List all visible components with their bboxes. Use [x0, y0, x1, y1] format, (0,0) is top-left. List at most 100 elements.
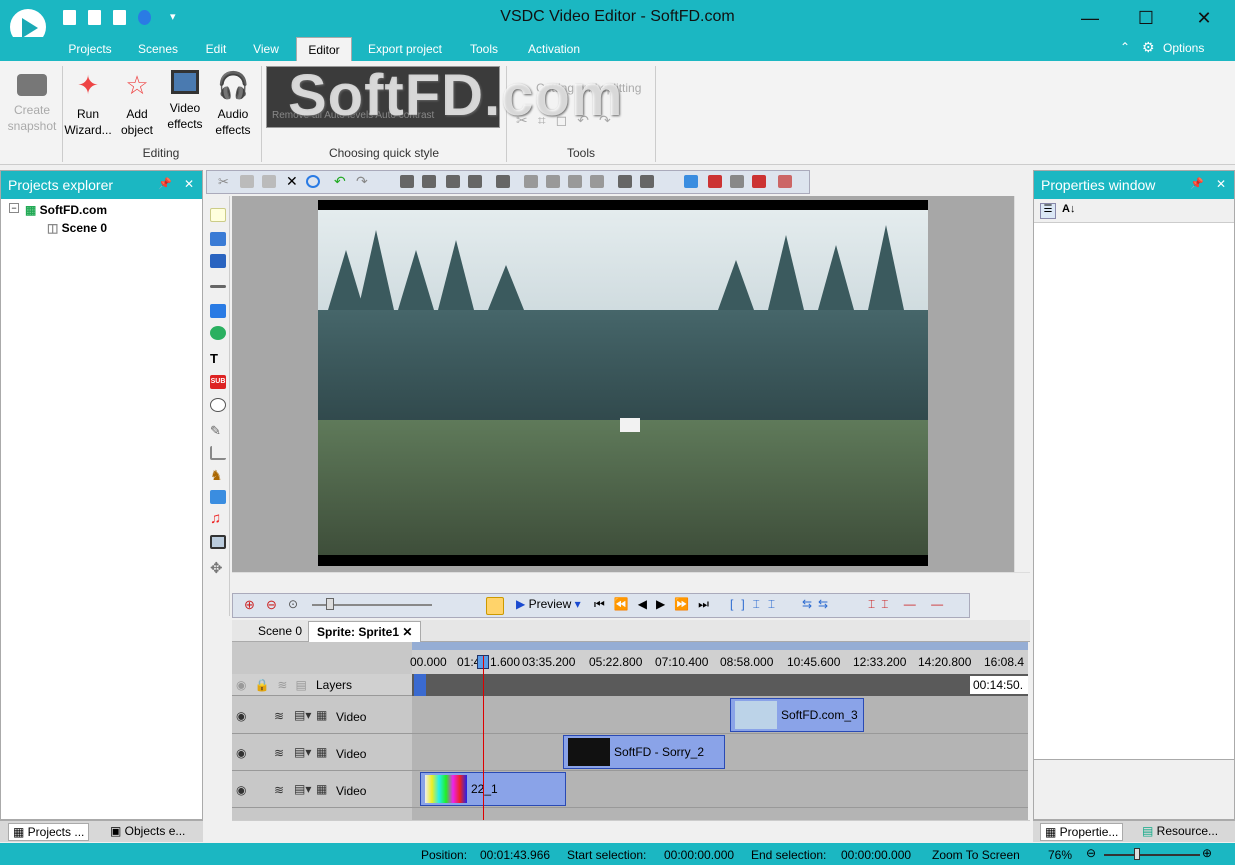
- audio-wave-icon[interactable]: ≋: [274, 709, 284, 723]
- rectangle-icon[interactable]: [210, 304, 226, 318]
- menu-view[interactable]: View: [244, 37, 288, 61]
- menu-edit[interactable]: Edit: [196, 37, 236, 61]
- send-back-icon[interactable]: [590, 175, 604, 188]
- menu-export-project[interactable]: Export project: [360, 37, 450, 61]
- zoom-100-icon[interactable]: ⊙: [288, 597, 298, 611]
- undo-icon[interactable]: ↶: [334, 174, 348, 188]
- menu-activation[interactable]: Activation: [518, 37, 590, 61]
- zoom-out-status-icon[interactable]: ⊖: [1086, 846, 1096, 860]
- clock-icon[interactable]: [486, 597, 504, 615]
- rotate-icon[interactable]: [708, 175, 722, 188]
- list-icon[interactable]: [684, 175, 698, 188]
- group-icon[interactable]: [618, 175, 632, 188]
- clip-22-1[interactable]: 22_1: [420, 772, 566, 806]
- canvas-horizontal-scrollbar[interactable]: [232, 572, 1030, 589]
- crop-circle-icon[interactable]: [306, 175, 320, 188]
- paste-icon[interactable]: [262, 175, 276, 188]
- sort-az-icon[interactable]: A↓: [1062, 203, 1075, 215]
- menu-tools[interactable]: Tools: [460, 37, 508, 61]
- add-region-icon[interactable]: [210, 232, 226, 246]
- pointer-icon[interactable]: [210, 208, 226, 222]
- options-button[interactable]: Options: [1163, 37, 1213, 61]
- start-marker[interactable]: [414, 674, 426, 696]
- align-left-icon[interactable]: [400, 175, 414, 188]
- clip-softfd-sorry-2[interactable]: SoftFD - Sorry_2: [563, 735, 725, 769]
- tab-sprite[interactable]: Sprite: Sprite1 ✕: [308, 621, 422, 642]
- pin-icon[interactable]: 📌: [1190, 177, 1204, 190]
- move-icon[interactable]: ✥: [210, 561, 226, 576]
- audio-effects-button[interactable]: 🎧 Audio effects: [210, 66, 256, 146]
- collapse-ribbon-icon[interactable]: ⌃: [1120, 40, 1130, 54]
- audio-wave-icon[interactable]: ≋: [274, 746, 284, 760]
- bring-front-icon[interactable]: [568, 175, 582, 188]
- move-down-icon[interactable]: [546, 175, 560, 188]
- fit-icon[interactable]: [496, 175, 510, 188]
- tab-resources[interactable]: ▤ Resource...: [1138, 823, 1222, 839]
- visibility-icon[interactable]: ◉: [236, 709, 246, 723]
- close-panel-icon[interactable]: ✕: [184, 177, 194, 191]
- close-tab-icon[interactable]: ✕: [402, 625, 412, 639]
- run-wizard-button[interactable]: ✦ Run Wizard...: [64, 66, 112, 146]
- move-up-icon[interactable]: [524, 175, 538, 188]
- cut-icon[interactable]: ✂: [218, 175, 232, 188]
- text-icon[interactable]: T: [210, 352, 226, 366]
- status-zoom-thumb[interactable]: [1134, 848, 1140, 860]
- track-menu-icon[interactable]: ▤▾: [294, 745, 311, 759]
- track-menu-icon[interactable]: ▤▾: [294, 782, 311, 796]
- loop-controls[interactable]: ⇆⇆: [802, 597, 834, 611]
- subtitles-icon[interactable]: SUB: [210, 375, 226, 389]
- add-object-button[interactable]: ☆ Add object: [114, 66, 160, 146]
- tab-scene-0[interactable]: Scene 0: [250, 621, 310, 642]
- marker-controls[interactable]: []⌶⌶: [730, 597, 783, 612]
- delete-icon[interactable]: ✕: [286, 174, 300, 188]
- align-top-icon[interactable]: [446, 175, 460, 188]
- align-bottom-icon[interactable]: [468, 175, 482, 188]
- video-preview[interactable]: [318, 200, 928, 566]
- visibility-icon[interactable]: ◉: [236, 783, 246, 797]
- copy-icon[interactable]: [240, 175, 254, 188]
- minimize-button[interactable]: —: [1061, 0, 1119, 37]
- chart-icon[interactable]: [210, 446, 226, 460]
- close-button[interactable]: ✕: [1175, 0, 1233, 37]
- ungroup-icon[interactable]: [640, 175, 654, 188]
- clear-icon[interactable]: [778, 175, 792, 188]
- collapse-tree-icon[interactable]: −: [9, 203, 19, 213]
- clip-softfd-3[interactable]: SoftFD.com_3: [730, 698, 864, 732]
- redo-icon[interactable]: ↷: [356, 174, 370, 188]
- tab-projects-explorer[interactable]: ▦ Projects ...: [8, 823, 90, 841]
- menu-editor[interactable]: Editor: [296, 37, 352, 61]
- brush-icon[interactable]: ✎: [210, 424, 226, 438]
- speech-bubble-icon[interactable]: [210, 398, 226, 412]
- video-icon[interactable]: [210, 535, 226, 549]
- line-icon[interactable]: [210, 285, 226, 288]
- categorized-icon[interactable]: ☰: [1040, 203, 1056, 219]
- zoom-in-status-icon[interactable]: ⊕: [1202, 846, 1212, 860]
- status-zoom-slider[interactable]: [1104, 854, 1200, 856]
- maximize-button[interactable]: ☐: [1117, 0, 1175, 37]
- zoom-to-screen-button[interactable]: Zoom To Screen: [932, 848, 1020, 862]
- zoom-out-icon[interactable]: ⊖: [266, 597, 277, 613]
- tree-root[interactable]: ▦ SoftFD.com: [25, 203, 107, 217]
- ellipse-icon[interactable]: [210, 326, 226, 340]
- align-right-icon[interactable]: [422, 175, 436, 188]
- transport-controls[interactable]: ⏮⏪◀▶⏩⏭: [594, 597, 718, 612]
- music-icon[interactable]: ♫: [210, 511, 226, 526]
- marker-icon[interactable]: [752, 175, 766, 188]
- tab-objects-explorer[interactable]: ▣ Objects e...: [106, 823, 189, 839]
- create-snapshot-button[interactable]: Create snapshot: [6, 66, 58, 146]
- pin-icon[interactable]: 📌: [158, 177, 172, 190]
- add-layer-icon[interactable]: [210, 254, 226, 268]
- preview-button[interactable]: ▶ Preview ▾: [516, 597, 581, 611]
- timeline-scrollbar[interactable]: [232, 820, 1030, 840]
- image-icon[interactable]: [210, 490, 226, 504]
- tab-properties[interactable]: ▦ Propertie...: [1040, 823, 1124, 841]
- split-controls[interactable]: ⌶⌶ — —: [868, 597, 949, 612]
- track-menu-icon[interactable]: ▤▾: [294, 708, 311, 722]
- visibility-icon[interactable]: ◉: [236, 746, 246, 760]
- canvas-vertical-scrollbar[interactable]: [1014, 196, 1030, 572]
- audio-wave-icon[interactable]: ≋: [274, 783, 284, 797]
- gear-icon[interactable]: ⚙: [1142, 39, 1155, 56]
- animation-icon[interactable]: ♞: [210, 468, 226, 482]
- menu-scenes[interactable]: Scenes: [130, 37, 186, 61]
- video-effects-button[interactable]: Video effects: [162, 66, 208, 146]
